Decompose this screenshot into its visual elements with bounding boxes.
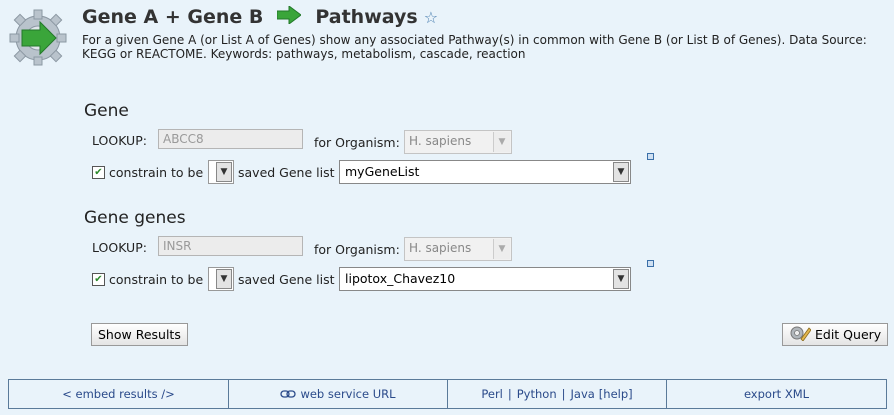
embed-results-link[interactable]: < embed results /> xyxy=(9,380,229,408)
template-description: For a given Gene A (or List A of Genes) … xyxy=(82,33,867,61)
template-header: Gene A + Gene B Pathways ☆ For a given G… xyxy=(0,0,894,80)
saved-list-label-b: saved Gene list xyxy=(238,272,335,287)
chevron-down-icon: ▼ xyxy=(493,239,510,259)
lookup-input-a[interactable]: ABCC8 xyxy=(158,129,303,149)
constraint-a-title: Gene xyxy=(84,101,129,121)
organism-label-b: for Organism: xyxy=(314,242,400,257)
right-arrow-icon xyxy=(276,5,303,28)
organism-label-a: for Organism: xyxy=(314,135,400,150)
constrain-label-a: constrain to be xyxy=(109,165,204,180)
constrain-op-select-a[interactable]: ▼ xyxy=(208,160,234,184)
constrain-checkbox-a[interactable]: ✔ xyxy=(92,166,105,179)
help-link[interactable]: [help] xyxy=(599,387,633,401)
saved-list-label-a: saved Gene list xyxy=(238,165,335,180)
web-service-url-label: web service URL xyxy=(300,387,396,401)
edit-query-button[interactable]: Edit Query xyxy=(782,323,889,346)
link-icon xyxy=(280,387,297,401)
gear-edit-icon xyxy=(789,325,812,344)
page-title: Gene A + Gene B Pathways ☆ xyxy=(82,5,438,28)
constrain-label-b: constrain to be xyxy=(109,272,204,287)
edit-query-label: Edit Query xyxy=(815,327,882,342)
organism-value-b: H. sapiens xyxy=(409,241,472,255)
title-gene-a-b: Gene A + Gene B xyxy=(82,6,264,28)
lookup-label-a: LOOKUP: xyxy=(92,133,147,148)
saved-list-value-b: lipotox_Chavez10 xyxy=(345,271,456,286)
separator: | xyxy=(561,387,566,401)
constrain-checkbox-b[interactable]: ✔ xyxy=(92,273,105,286)
chevron-down-icon: ▼ xyxy=(216,162,232,182)
saved-list-value-a: myGeneList xyxy=(345,164,420,179)
code-links: Perl | Python | Java [help] xyxy=(448,380,667,408)
organism-select-b[interactable]: H. sapiens ▼ xyxy=(404,237,512,261)
lookup-input-b[interactable]: INSR xyxy=(158,236,303,256)
title-pathways: Pathways xyxy=(315,6,418,28)
chevron-down-icon: ▼ xyxy=(613,269,629,289)
organism-value-a: H. sapiens xyxy=(409,134,472,148)
template-gear-logo-icon xyxy=(6,6,70,66)
show-results-button[interactable]: Show Results xyxy=(91,323,188,346)
python-link[interactable]: Python xyxy=(517,387,557,401)
separator: | xyxy=(507,387,512,401)
organism-select-a[interactable]: H. sapiens ▼ xyxy=(404,130,512,154)
lookup-label-b: LOOKUP: xyxy=(92,240,147,255)
info-icon[interactable] xyxy=(647,260,654,267)
chevron-down-icon: ▼ xyxy=(493,132,510,152)
saved-list-select-b[interactable]: lipotox_Chavez10 ▼ xyxy=(339,267,631,291)
saved-list-select-a[interactable]: myGeneList ▼ xyxy=(339,160,631,184)
java-link[interactable]: Java xyxy=(571,387,595,401)
web-service-url-link[interactable]: web service URL xyxy=(229,380,448,408)
template-footer: < embed results /> web service URL Perl … xyxy=(8,379,887,409)
constraint-b-title: Gene genes xyxy=(84,208,186,228)
chevron-down-icon: ▼ xyxy=(613,162,629,182)
chevron-down-icon: ▼ xyxy=(216,269,232,289)
info-icon[interactable] xyxy=(647,153,654,160)
export-xml-link[interactable]: export XML xyxy=(667,380,886,408)
favourite-star-icon[interactable]: ☆ xyxy=(424,8,438,27)
constrain-op-select-b[interactable]: ▼ xyxy=(208,267,234,291)
perl-link[interactable]: Perl xyxy=(481,387,503,401)
